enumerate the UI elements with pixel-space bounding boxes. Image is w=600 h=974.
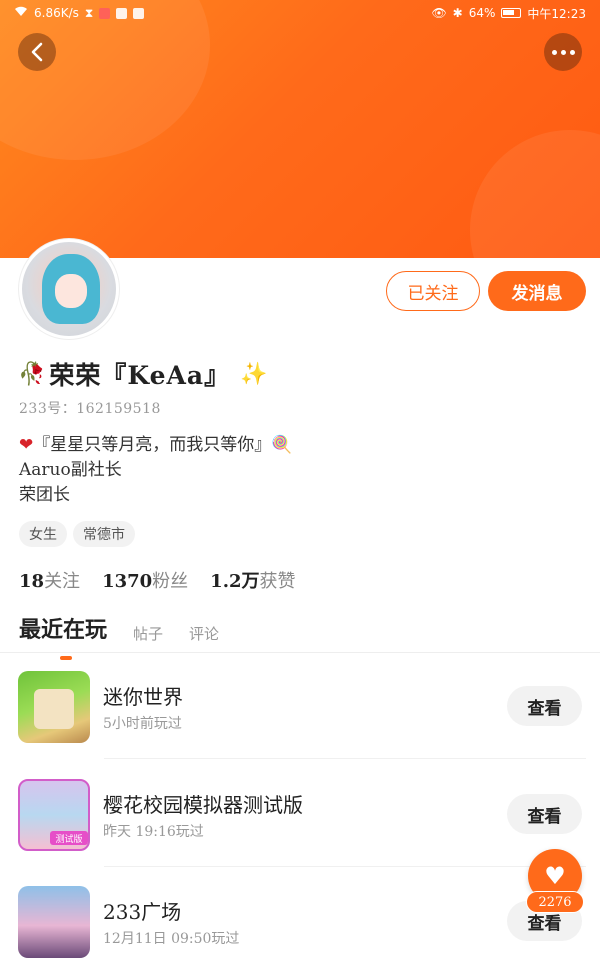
game-icon-sakura-school[interactable]: 测试版 xyxy=(18,779,90,851)
game-list-item[interactable]: 测试版 樱花校园模拟器测试版 昨天 19:16玩过 查看 xyxy=(0,761,600,867)
profile-banner xyxy=(0,0,600,258)
game-icon-mini-world[interactable] xyxy=(18,671,90,743)
rose-icon: 🥀 xyxy=(18,361,46,387)
followers-stat[interactable]: 1370粉丝 xyxy=(102,567,188,593)
divider xyxy=(104,758,586,759)
divider xyxy=(104,866,586,867)
clock: 中午12:23 xyxy=(527,6,586,21)
following-stat[interactable]: 18关注 xyxy=(19,567,80,593)
app-notification-icon xyxy=(116,7,128,19)
wifi-icon xyxy=(14,6,28,20)
following-button[interactable]: 已关注 xyxy=(386,271,480,311)
status-bar: 6.86K/s ⧗ 👁 ✱ 64% 中午12:23 xyxy=(0,0,600,26)
heart-icon: ❤ xyxy=(19,435,34,455)
tab-posts[interactable]: 帖子 xyxy=(133,623,163,644)
profile-stats: 18关注 1370粉丝 1.2万获赞 xyxy=(19,567,296,593)
game-last-played: 12月11日 09:50玩过 xyxy=(103,931,240,947)
test-version-badge: 测试版 xyxy=(50,831,88,845)
game-list-item[interactable]: 233广场 12月11日 09:50玩过 查看 xyxy=(0,868,600,974)
send-message-button[interactable]: 发消息 xyxy=(488,271,586,311)
bio-line: 荣团长 xyxy=(19,485,70,505)
sparkle-icon: ✨ xyxy=(240,361,268,387)
heart-icon: ♥ xyxy=(544,862,566,890)
user-id: 233号：162159518 xyxy=(19,401,161,417)
avatar[interactable] xyxy=(19,239,119,339)
app-notification-icon xyxy=(133,7,145,19)
tab-recent-games[interactable]: 最近在玩 xyxy=(19,612,107,660)
game-last-played: 昨天 19:16玩过 xyxy=(103,824,204,840)
banner-decoration xyxy=(470,130,600,258)
network-speed: 6.86K/s xyxy=(34,6,79,20)
avatar-face xyxy=(55,274,87,308)
game-title: 233广场 xyxy=(103,900,182,924)
game-icon-233-plaza[interactable] xyxy=(18,886,90,958)
likes-stat: 1.2万获赞 xyxy=(210,571,296,592)
bio-line: Aaruo副社长 xyxy=(19,460,122,480)
game-title: 迷你世界 xyxy=(103,685,183,709)
eye-icon: 👁 xyxy=(431,6,447,20)
chevron-left-icon xyxy=(31,42,43,62)
more-options-button[interactable] xyxy=(544,33,582,71)
profile-bio: ❤『星星只等月亮，而我只等你』🍭 Aaruo副社长 荣团长 xyxy=(19,433,292,508)
hourglass-icon: ⧗ xyxy=(84,5,94,20)
profile-tabs: 最近在玩 帖子 评论 xyxy=(19,612,219,660)
app-notification-icon xyxy=(99,7,111,19)
battery-level: 64% xyxy=(468,6,496,20)
view-game-button[interactable]: 查看 xyxy=(507,794,582,834)
back-button[interactable] xyxy=(18,33,56,71)
profile-name-row: 🥀 荣荣『KeAa』 ✨ xyxy=(18,356,268,392)
view-game-button[interactable]: 查看 xyxy=(507,686,582,726)
location-tag: 常德市 xyxy=(73,521,135,547)
tab-comments[interactable]: 评论 xyxy=(189,623,219,644)
game-title: 樱花校园模拟器测试版 xyxy=(103,793,303,817)
bio-line: 『星星只等月亮，而我只等你』 xyxy=(33,435,272,455)
game-list-item[interactable]: 迷你世界 5小时前玩过 查看 xyxy=(0,653,600,759)
profile-tags: 女生 常德市 xyxy=(19,521,135,547)
game-last-played: 5小时前玩过 xyxy=(103,716,182,732)
profile-name: 荣荣『KeAa』 xyxy=(49,361,231,390)
lollipop-icon: 🍭 xyxy=(271,435,293,455)
battery-icon xyxy=(501,8,522,18)
like-count: 2276 xyxy=(526,891,584,913)
more-horizontal-icon xyxy=(551,49,575,55)
gender-tag: 女生 xyxy=(19,521,67,547)
bluetooth-icon: ✱ xyxy=(452,6,463,20)
